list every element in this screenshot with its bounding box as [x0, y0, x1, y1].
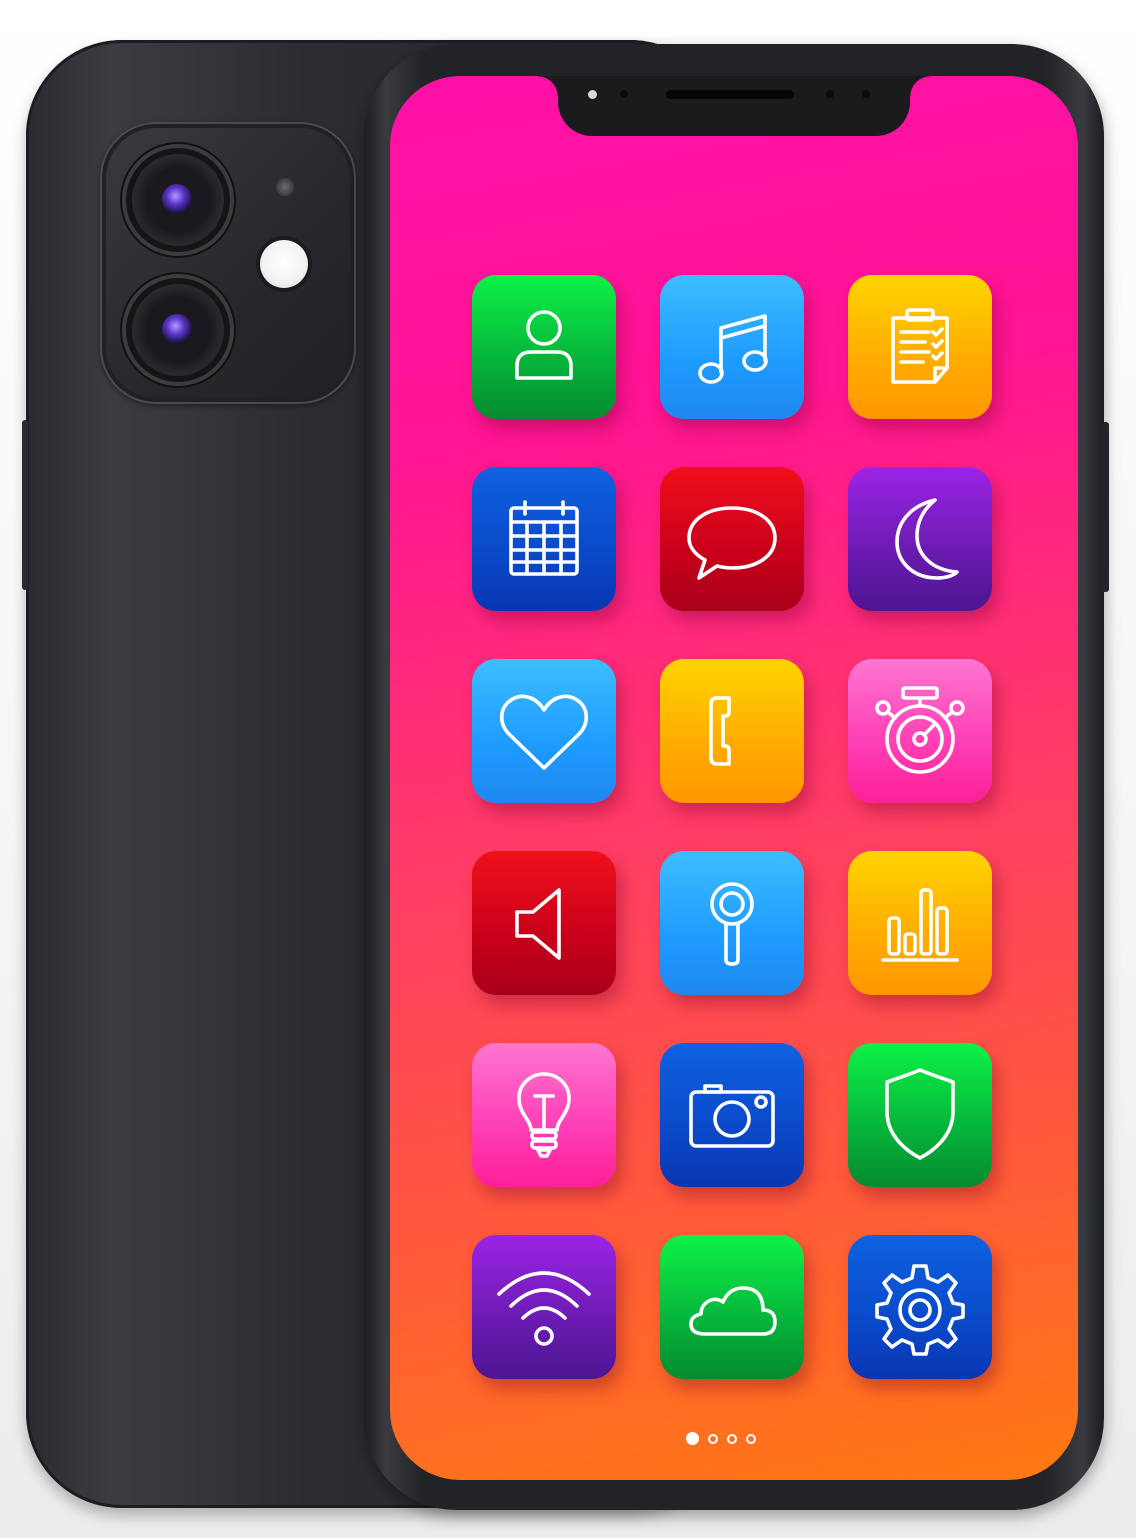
stopwatch-icon	[875, 686, 965, 774]
app-notes[interactable]	[848, 275, 992, 419]
side-button	[22, 420, 28, 590]
calendar-icon	[509, 500, 579, 576]
app-security[interactable]	[848, 1043, 992, 1187]
front-camera	[826, 90, 834, 98]
app-phone[interactable]	[660, 659, 804, 803]
proximity-sensor	[588, 90, 597, 99]
app-contacts[interactable]	[472, 275, 616, 419]
app-sound[interactable]	[472, 851, 616, 995]
app-timer[interactable]	[848, 659, 992, 803]
camera-module	[100, 122, 356, 404]
power-button	[1102, 422, 1109, 592]
camera-flash	[260, 240, 308, 288]
app-ideas[interactable]	[472, 1043, 616, 1187]
person-icon	[515, 310, 573, 380]
music-note-icon	[698, 314, 768, 384]
phone-front	[364, 44, 1109, 1510]
page-dot-2[interactable]	[708, 1433, 718, 1444]
app-wifi[interactable]	[472, 1235, 616, 1379]
heart-icon	[499, 694, 589, 770]
message-bubble-icon	[687, 506, 777, 580]
moon-icon	[895, 498, 959, 580]
app-night-mode[interactable]	[848, 467, 992, 611]
speaker-icon	[515, 888, 561, 960]
clipboard-checklist-icon	[891, 308, 949, 384]
app-stats[interactable]	[848, 851, 992, 995]
cloud-icon	[689, 1286, 777, 1336]
page-dot-1[interactable]	[686, 1432, 699, 1445]
magnifier-icon	[710, 882, 754, 966]
ambient-sensor	[620, 90, 628, 98]
camera-icon	[689, 1084, 775, 1148]
page-dot-3[interactable]	[727, 1433, 737, 1444]
wifi-icon	[497, 1271, 591, 1346]
app-search[interactable]	[660, 851, 804, 995]
app-health[interactable]	[472, 659, 616, 803]
face-id-sensor	[862, 90, 870, 98]
page-indicator[interactable]	[686, 1432, 756, 1445]
app-settings[interactable]	[848, 1235, 992, 1379]
app-calendar[interactable]	[472, 467, 616, 611]
app-grid	[472, 275, 992, 1379]
app-camera[interactable]	[660, 1043, 804, 1187]
gear-icon	[875, 1264, 965, 1356]
microphone	[276, 178, 294, 196]
lightbulb-icon	[517, 1072, 571, 1158]
phone-icon	[709, 696, 731, 766]
bar-chart-icon	[881, 888, 959, 962]
page-dot-4[interactable]	[746, 1433, 756, 1444]
home-screen	[390, 76, 1078, 1480]
shield-icon	[885, 1068, 955, 1160]
ultrawide-lens	[122, 274, 234, 386]
app-messages[interactable]	[660, 467, 804, 611]
earpiece-speaker	[666, 90, 794, 99]
wide-lens	[122, 144, 234, 256]
app-music[interactable]	[660, 275, 804, 419]
app-cloud[interactable]	[660, 1235, 804, 1379]
notch	[538, 76, 930, 136]
